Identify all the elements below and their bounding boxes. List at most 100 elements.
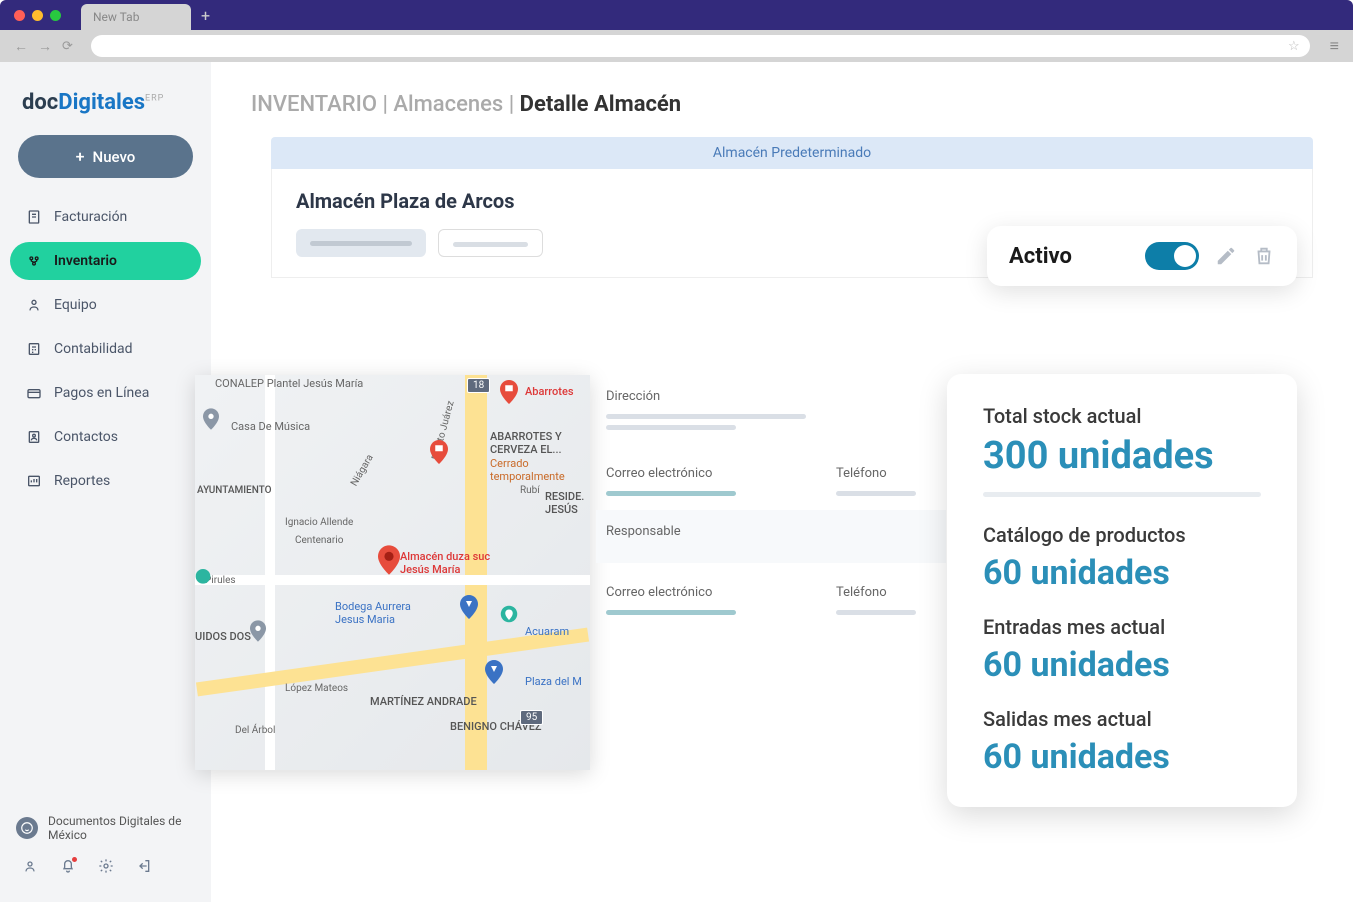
phone-value-placeholder bbox=[836, 491, 916, 496]
logo-part1: doc bbox=[22, 90, 58, 115]
tag-placeholder bbox=[438, 229, 543, 257]
address-value-placeholder bbox=[606, 425, 736, 430]
address-label: Dirección bbox=[606, 389, 936, 404]
default-warehouse-banner: Almacén Predeterminado bbox=[271, 137, 1313, 169]
map-pin-icon bbox=[460, 595, 478, 619]
map-canvas: CONALEP Plantel Jesús María Casa De Músi… bbox=[195, 375, 590, 770]
map-card[interactable]: CONALEP Plantel Jesús María Casa De Músi… bbox=[195, 375, 590, 770]
map-pin-icon bbox=[430, 440, 448, 464]
browser-chrome: New Tab + ← → ⟳ ☆ ≡ bbox=[0, 0, 1353, 62]
logout-icon[interactable] bbox=[136, 858, 152, 874]
route-badge: 18 bbox=[467, 378, 490, 393]
bell-icon[interactable] bbox=[60, 858, 76, 874]
stat-total-stock: Total stock actual 300 unidades bbox=[983, 404, 1261, 497]
tag-placeholder bbox=[296, 229, 426, 257]
map-label: Rubí bbox=[520, 485, 540, 496]
stat-label: Total stock actual bbox=[983, 404, 1261, 428]
delete-icon[interactable] bbox=[1253, 245, 1275, 267]
back-button[interactable]: ← bbox=[14, 38, 28, 55]
map-label: Niágara bbox=[349, 453, 376, 489]
map-label: AYUNTAMIENTO bbox=[197, 485, 272, 496]
address-value-placeholder bbox=[606, 414, 806, 419]
maximize-window-button[interactable] bbox=[50, 10, 61, 21]
responsible-label: Responsable bbox=[606, 524, 936, 539]
map-label: ABARROTES Y CERVEZA EL... bbox=[490, 430, 580, 456]
minimize-window-button[interactable] bbox=[32, 10, 43, 21]
map-pin-icon bbox=[500, 380, 518, 404]
map-label: CONALEP Plantel Jesús María bbox=[215, 377, 363, 390]
bookmark-icon[interactable]: ☆ bbox=[1288, 39, 1300, 54]
status-label: Activo bbox=[1009, 244, 1072, 269]
nav-list: Facturación Inventario Equipo Contabilid… bbox=[10, 198, 201, 804]
card-icon bbox=[26, 385, 42, 401]
phone-label: Teléfono bbox=[836, 466, 916, 481]
sidebar-footer: Documentos Digitales de México bbox=[10, 804, 201, 884]
sidebar-item-pagos[interactable]: Pagos en Línea bbox=[10, 374, 201, 412]
active-toggle[interactable] bbox=[1145, 242, 1199, 270]
email-label: Correo electrónico bbox=[606, 585, 736, 600]
stat-catalog: Catálogo de productos 60 unidades bbox=[983, 523, 1261, 593]
stat-entries: Entradas mes actual 60 unidades bbox=[983, 615, 1261, 685]
stat-label: Catálogo de productos bbox=[983, 523, 1261, 547]
inventory-icon bbox=[26, 253, 42, 269]
logo-suffix: ERP bbox=[145, 94, 164, 104]
close-window-button[interactable] bbox=[14, 10, 25, 21]
sidebar-item-inventario[interactable]: Inventario bbox=[10, 242, 201, 280]
sidebar-item-label: Facturación bbox=[54, 209, 127, 225]
browser-titlebar: New Tab + bbox=[0, 0, 1353, 30]
sidebar-item-label: Reportes bbox=[54, 473, 110, 489]
map-label: Casa De Música bbox=[231, 420, 310, 433]
responsible-contact-section: Correo electrónico Teléfono bbox=[606, 563, 936, 629]
sidebar-item-contactos[interactable]: Contactos bbox=[10, 418, 201, 456]
sidebar-item-label: Contabilidad bbox=[54, 341, 133, 357]
email-label: Correo electrónico bbox=[606, 466, 736, 481]
forward-button[interactable]: → bbox=[38, 38, 52, 55]
sidebar-item-label: Pagos en Línea bbox=[54, 385, 149, 401]
map-label: RESIDE. JESÚS bbox=[545, 490, 590, 516]
browser-toolbar: ← → ⟳ ☆ ≡ bbox=[0, 30, 1353, 62]
sidebar-item-facturacion[interactable]: Facturación bbox=[10, 198, 201, 236]
browser-menu-icon[interactable]: ≡ bbox=[1330, 36, 1339, 56]
stat-exits: Salidas mes actual 60 unidades bbox=[983, 707, 1261, 777]
sidebar-item-contabilidad[interactable]: Contabilidad bbox=[10, 330, 201, 368]
sidebar-item-reportes[interactable]: Reportes bbox=[10, 462, 201, 500]
company-info: Documentos Digitales de México bbox=[16, 814, 195, 842]
sidebar-item-equipo[interactable]: Equipo bbox=[10, 286, 201, 324]
receipt-icon bbox=[26, 209, 42, 225]
email-value-placeholder bbox=[606, 491, 736, 496]
breadcrumb-part1: INVENTARIO bbox=[251, 92, 377, 117]
map-pin-icon bbox=[378, 545, 400, 575]
map-label: UIDOS DOS bbox=[195, 630, 251, 643]
footer-icons bbox=[16, 858, 195, 874]
address-section: Dirección bbox=[606, 375, 936, 444]
url-bar[interactable]: ☆ bbox=[91, 35, 1310, 57]
breadcrumb: INVENTARIO | Almacenes | Detalle Almacén bbox=[251, 92, 1313, 117]
map-label: Abarrotes bbox=[525, 385, 574, 398]
contact-section: Correo electrónico Teléfono bbox=[606, 444, 936, 510]
phone-value-placeholder bbox=[836, 610, 916, 615]
new-tab-button[interactable]: + bbox=[201, 6, 210, 25]
map-label: Acuaram bbox=[525, 625, 569, 638]
map-poi-icon bbox=[250, 620, 266, 642]
stat-value: 60 unidades bbox=[983, 553, 1261, 593]
stat-value: 300 unidades bbox=[983, 434, 1261, 478]
contact-icon bbox=[26, 429, 42, 445]
reload-button[interactable]: ⟳ bbox=[62, 39, 73, 54]
edit-icon[interactable] bbox=[1215, 245, 1237, 267]
details-column: Dirección Correo electrónico Teléfono Re… bbox=[606, 375, 936, 629]
map-pin-icon bbox=[195, 568, 211, 590]
company-name: Documentos Digitales de México bbox=[48, 814, 195, 842]
browser-tab[interactable]: New Tab bbox=[81, 4, 191, 30]
map-pin-icon bbox=[500, 605, 518, 629]
logo-part2: Digitales bbox=[58, 90, 145, 115]
calculator-icon bbox=[26, 341, 42, 357]
gear-icon[interactable] bbox=[98, 858, 114, 874]
team-icon bbox=[26, 297, 42, 313]
map-label: Plaza del M bbox=[525, 675, 582, 688]
sidebar-item-label: Contactos bbox=[54, 429, 118, 445]
user-icon[interactable] bbox=[22, 858, 38, 874]
new-button[interactable]: + Nuevo bbox=[18, 135, 193, 178]
breadcrumb-current: Detalle Almacén bbox=[520, 92, 682, 117]
map-poi-icon bbox=[203, 408, 219, 430]
sidebar-item-label: Equipo bbox=[54, 297, 97, 313]
